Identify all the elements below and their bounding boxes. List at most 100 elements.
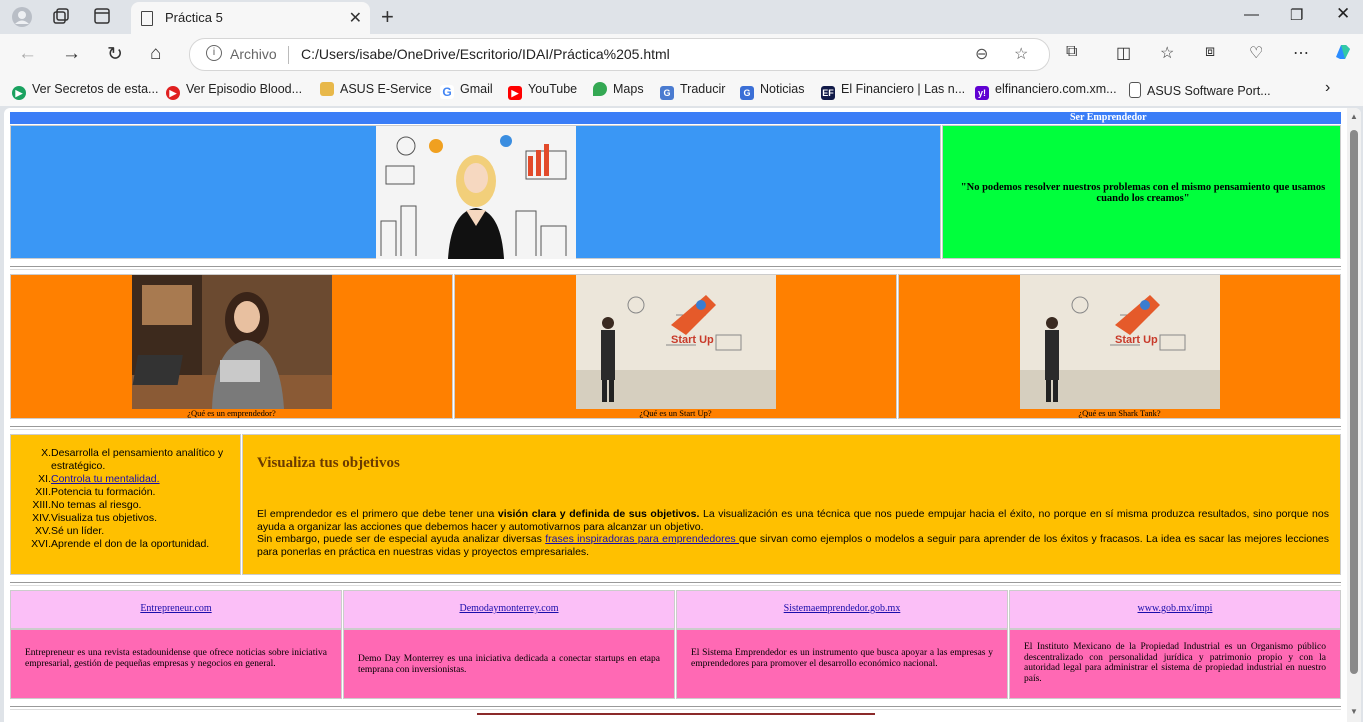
new-tab-icon[interactable]: + — [381, 4, 394, 30]
forward-icon[interactable]: → — [62, 43, 81, 65]
list-cell: X. Desarrolla el pensamiento analítico y … — [10, 434, 241, 575]
visualiza-body: El emprendedor es el primero que debe te… — [257, 508, 1329, 558]
bookmark-item[interactable]: ASUS E-Service — [320, 82, 432, 96]
google-icon: G — [440, 85, 454, 99]
startup-image: Start Up — [576, 275, 776, 409]
bookmark-item[interactable]: ▶ Ver Episodio Blood... — [166, 82, 302, 100]
tab-title: Práctica 5 — [165, 10, 223, 25]
divider — [10, 266, 1341, 270]
list-item: XIII. No temas al riesgo. — [32, 499, 142, 511]
entrepreneur-image — [132, 275, 332, 409]
entrepreneur-link[interactable]: Entrepreneur.com — [140, 603, 211, 614]
yahoo-icon: y! — [975, 86, 989, 100]
tab-bar: Práctica 5 ✕ + — ❐ ✕ — [0, 0, 1363, 34]
scroll-up-icon[interactable]: ▲ — [1350, 112, 1358, 121]
bookmark-item[interactable]: ▶ Ver Secretos de esta... — [12, 82, 158, 100]
address-label: Archivo — [230, 46, 277, 62]
toolbar: ← → ↻ ⌂ i Archivo C:/Users/isabe/OneDriv… — [0, 34, 1363, 74]
bold-text: visión clara y definida de sus objetivos… — [497, 508, 700, 520]
demoday-link[interactable]: Demodaymonterrey.com — [459, 603, 558, 614]
quote-cell: "No podemos resolver nuestros problemas … — [942, 125, 1341, 259]
visualiza-cell: Visualiza tus objetivos El emprendedor e… — [242, 434, 1341, 575]
tab-actions-icon[interactable] — [93, 7, 113, 27]
ef-icon: EF — [821, 86, 835, 100]
scroll-down-icon[interactable]: ▼ — [1350, 707, 1358, 716]
bookmark-item[interactable]: Maps — [593, 82, 644, 96]
list-item: XV. Sé un líder. — [35, 525, 105, 537]
scroll-thumb[interactable] — [1350, 130, 1358, 674]
bookmark-item[interactable]: G Noticias — [740, 82, 804, 100]
folder-icon — [320, 82, 334, 96]
bookmark-item[interactable]: EF El Financiero | Las n... — [821, 82, 965, 100]
hero-image — [376, 126, 576, 259]
header-bar: Ser Emprendedor — [10, 112, 1341, 124]
performance-icon[interactable]: ♡ — [1249, 43, 1263, 63]
desc-cell: El Sistema Emprendedor es un instrumento… — [676, 629, 1008, 699]
home-icon[interactable]: ⌂ — [150, 43, 161, 65]
paragraph-text: El emprendedor es el primero que debe te… — [257, 508, 498, 520]
link-cell: Entrepreneur.com — [10, 590, 342, 629]
shark-tank-image: Start Up — [1020, 275, 1220, 409]
list-item: XIV. Visualiza tus objetivos. — [32, 512, 158, 524]
minimize-icon[interactable]: — — [1244, 6, 1259, 23]
zoom-icon[interactable]: ⊖ — [975, 44, 988, 64]
more-bookmarks-icon[interactable]: › — [1325, 79, 1330, 97]
divider — [10, 582, 1341, 586]
bookmark-item[interactable]: ASUS Software Port... — [1129, 82, 1271, 98]
split-screen-icon[interactable]: ◫ — [1116, 43, 1131, 63]
divider — [10, 706, 1341, 710]
controla-mentalidad-link[interactable]: Controla tu mentalidad. — [51, 473, 160, 485]
bookmark-item[interactable]: G Traducir — [660, 82, 725, 100]
sistemaemprendedor-link[interactable]: Sistemaemprendedor.gob.mx — [784, 603, 901, 614]
link-description: El Sistema Emprendedor es un instrumento… — [691, 648, 993, 669]
copilot-icon[interactable] — [1332, 41, 1354, 63]
link-description: El Instituto Mexicano de la Propiedad In… — [1024, 642, 1326, 684]
gallery-caption: ¿Qué es un Start Up? — [639, 408, 712, 418]
bookmark-item[interactable]: G Gmail — [440, 82, 493, 99]
divider — [10, 426, 1341, 430]
address-path[interactable]: C:/Users/isabe/OneDrive/Escritorio/IDAI/… — [301, 46, 670, 62]
gallery-cell: Start Up ¿Qué es un Start Up? — [454, 274, 897, 419]
tips-list: X. Desarrolla el pensamiento analítico y … — [31, 447, 231, 551]
more-icon[interactable]: ⋯ — [1293, 43, 1309, 63]
link-cell: www.gob.mx/impi — [1009, 590, 1341, 629]
impi-link[interactable]: www.gob.mx/impi — [1138, 603, 1213, 614]
svg-text:Start Up: Start Up — [1115, 334, 1158, 346]
refresh-icon[interactable]: ↻ — [107, 43, 123, 66]
gallery-cell: Start Up ¿Qué es un Shark Tank? — [898, 274, 1341, 419]
restore-icon[interactable]: ❐ — [1290, 6, 1303, 24]
favorites-icon[interactable]: ☆ — [1160, 43, 1174, 63]
list-item: XVI. Aprende el don de la oportunidad. — [31, 538, 210, 550]
extensions-icon[interactable]: ⧉ — [1066, 43, 1077, 61]
info-icon[interactable]: i — [206, 45, 222, 61]
translate-icon: G — [660, 86, 674, 100]
quote-text: "No podemos resolver nuestros problemas … — [960, 182, 1326, 204]
paragraph-text: Sin embargo, puede ser de especial ayuda… — [257, 533, 546, 545]
close-tab-icon[interactable]: ✕ — [349, 8, 362, 28]
play-green-icon: ▶ — [12, 86, 26, 100]
frases-link[interactable]: frases inspiradoras para emprendedores — [545, 533, 739, 545]
close-window-icon[interactable]: ✕ — [1336, 4, 1350, 24]
bookmark-item[interactable]: y! elfinanciero.com.xm... — [975, 82, 1117, 100]
workspaces-icon[interactable] — [52, 7, 72, 27]
bookmarks-bar: ▶ Ver Secretos de esta... ▶ Ver Episodio B… — [0, 74, 1363, 106]
link-cell: Sistemaemprendedor.gob.mx — [676, 590, 1008, 629]
address-separator — [288, 46, 289, 64]
link-description: Demo Day Monterrey es una iniciativa ded… — [358, 654, 660, 675]
link-cell: Demodaymonterrey.com — [343, 590, 675, 629]
collections-icon[interactable]: ⧈ — [1205, 43, 1215, 61]
bottom-rule — [477, 713, 875, 715]
link-description: Entrepreneur es una revista estadouniden… — [25, 648, 327, 669]
back-icon[interactable]: ← — [18, 43, 37, 65]
vertical-scrollbar[interactable]: ▲ ▼ — [1347, 108, 1361, 722]
tab-practica[interactable]: Práctica 5 ✕ — [131, 2, 370, 34]
address-bar[interactable]: i Archivo C:/Users/isabe/OneDrive/Escrit… — [189, 38, 1050, 71]
page-icon — [1129, 82, 1141, 98]
profile-icon[interactable] — [12, 7, 32, 27]
maps-icon — [593, 82, 607, 96]
list-item: XII. Potencia tu formación. — [35, 486, 156, 498]
favorite-star-icon[interactable]: ☆ — [1014, 44, 1028, 64]
desc-cell: Demo Day Monterrey es una iniciativa ded… — [343, 629, 675, 699]
bookmark-item[interactable]: ▶ YouTube — [508, 82, 577, 100]
page-icon — [141, 11, 153, 26]
